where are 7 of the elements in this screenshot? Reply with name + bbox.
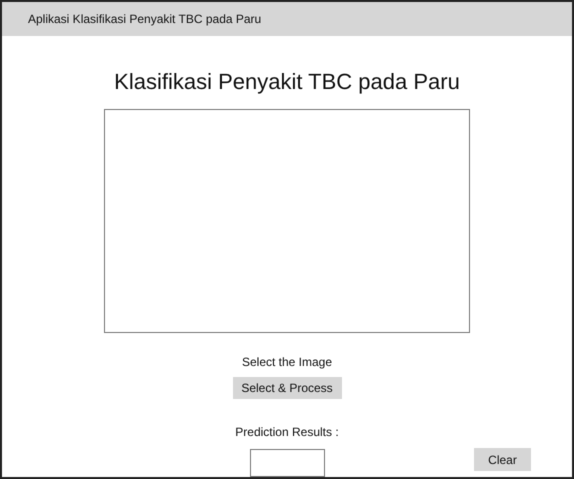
select-image-label: Select the Image — [242, 355, 332, 369]
clear-button[interactable]: Clear — [474, 448, 531, 471]
window-title: Aplikasi Klasifikasi Penyakit TBC pada Paru — [28, 12, 262, 26]
page-heading: Klasifikasi Penyakit TBC pada Paru — [114, 69, 460, 95]
select-process-button[interactable]: Select & Process — [232, 377, 342, 399]
prediction-results-label: Prediction Results : — [235, 425, 339, 439]
prediction-result-field[interactable] — [250, 449, 324, 477]
